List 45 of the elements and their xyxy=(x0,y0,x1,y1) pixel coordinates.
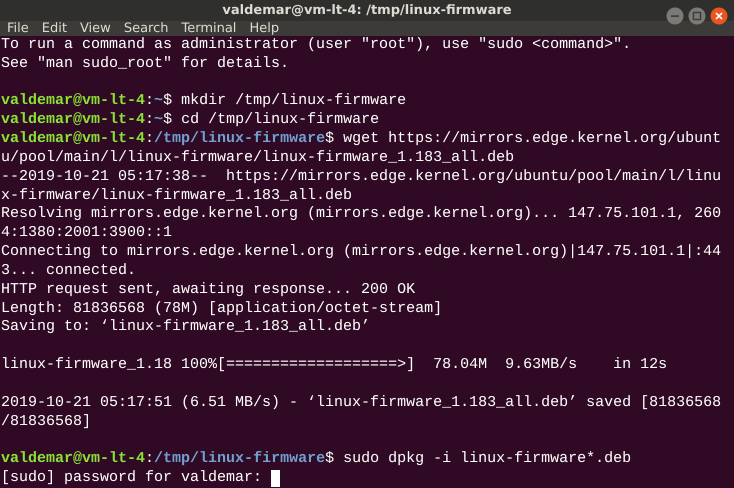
prompt-symbol: $ xyxy=(325,450,334,470)
prompt-path: ~ xyxy=(154,92,164,112)
menu-item[interactable]: Help xyxy=(248,20,280,36)
output-text: Saving to: ‘linux-firmware_1.183_all.deb’ xyxy=(1,318,370,338)
output-text: linux-firmware_1.18 100%[===================>] 78.04M 9.63MB/s in 12s xyxy=(1,356,668,375)
prompt-user: valdemar@vm-lt-4 xyxy=(1,130,146,149)
output-text: [sudo] password for valdemar: xyxy=(1,469,262,488)
output-text: HTTP request sent, awaiting response... 200 OK xyxy=(1,280,416,300)
output-text: 2019-10-21 05:17:51 (6.51 MB/s) - ‘linux-firmware_1.183_all.deb’ saved [81836568 xyxy=(1,394,722,413)
output-text: To run a command as administrator (user "root"), use "sudo <command>". xyxy=(1,36,632,55)
output-text: 3... connected. xyxy=(1,262,136,281)
prompt-separator: : xyxy=(145,92,154,112)
command-text: wget https://mirrors.edge.kernel.org/ubunt xyxy=(343,130,722,149)
minimize-icon[interactable] xyxy=(666,7,684,25)
window-title: valdemar@vm-lt-4: /tmp/linux-firmware xyxy=(222,2,512,18)
output-text: See "man sudo_root" for details. xyxy=(1,54,290,74)
output-text: Length: 81836568 (78M) [application/octet-stream] xyxy=(1,300,442,318)
command-text: cd /tmp/linux-firmware xyxy=(181,111,380,130)
output-text: Connecting to mirrors.edge.kernel.org (mirrors.edge.kernel.org)|147.75.101.1|:44 xyxy=(1,243,722,262)
prompt-symbol: $ xyxy=(163,92,172,112)
menu-item[interactable]: Search xyxy=(122,20,170,36)
prompt-path: /tmp/linux-firmware xyxy=(154,450,326,470)
output-text: Resolving mirrors.edge.kernel.org (mirrors.edge.kernel.org)... 147.75.101.1, 260 xyxy=(1,205,722,224)
menu-item[interactable]: Terminal xyxy=(180,20,238,36)
close-icon[interactable] xyxy=(710,7,728,25)
prompt-symbol: $ xyxy=(163,111,172,130)
menu-item[interactable]: File xyxy=(6,20,30,36)
prompt-separator: : xyxy=(145,450,154,470)
prompt-path: /tmp/linux-firmware xyxy=(154,130,326,149)
prompt-separator: : xyxy=(145,130,154,149)
prompt-user: valdemar@vm-lt-4 xyxy=(1,111,146,130)
command-text: sudo dpkg -i linux-firmware*.deb xyxy=(343,450,632,470)
prompt-user: valdemar@vm-lt-4 xyxy=(1,92,146,112)
output-text: /81836568] xyxy=(1,412,92,432)
output-text: --2019-10-21 05:17:38-- https://mirrors.edge.kernel.org/ubuntu/pool/main/l/linu xyxy=(1,168,722,186)
menu-item[interactable]: View xyxy=(78,20,112,36)
output-text: 4:1380:2001:3900::1 xyxy=(1,224,172,244)
prompt-path: ~ xyxy=(154,111,164,130)
prompt-symbol: $ xyxy=(325,130,334,149)
output-text: x-firmware/linux-firmware_1.183_all.deb xyxy=(1,186,352,206)
command-text: mkdir /tmp/linux-firmware xyxy=(181,92,406,112)
prompt-separator: : xyxy=(145,111,154,130)
menu-item[interactable]: Edit xyxy=(40,20,68,36)
prompt-user: valdemar@vm-lt-4 xyxy=(1,450,146,470)
output-text: u/pool/main/l/linux-firmware/linux-firmware_1.183_all.deb xyxy=(1,148,514,168)
